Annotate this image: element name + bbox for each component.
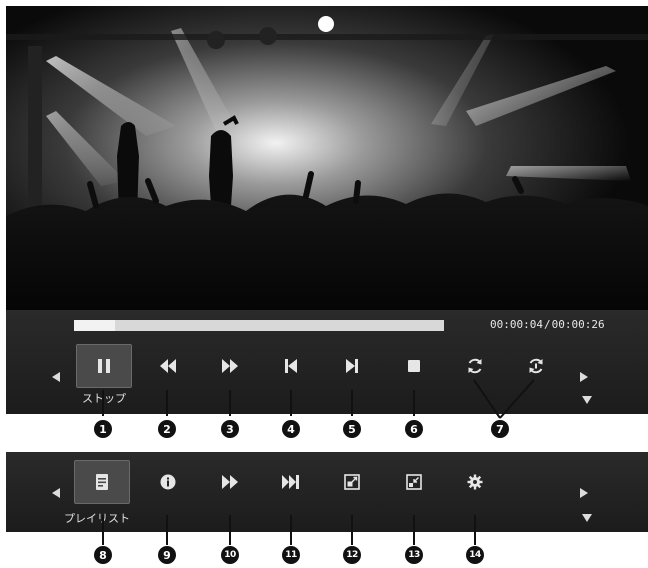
rewind-icon	[160, 359, 176, 373]
progress-fill	[74, 320, 115, 331]
stop-button[interactable]	[386, 344, 442, 388]
callout-badge-5: 5	[343, 420, 361, 438]
progress-bar[interactable]	[74, 320, 444, 331]
callout-line	[290, 515, 292, 545]
time-display: 00:00:04/00:00:26	[490, 318, 605, 331]
scroll-down-icon[interactable]	[582, 396, 592, 404]
scroll-down-icon[interactable]	[582, 514, 592, 522]
fast-forward-icon	[222, 475, 238, 489]
settings-icon	[467, 474, 483, 490]
callout-line	[102, 390, 104, 416]
callout-line	[351, 515, 353, 545]
callout-badge-9: 9	[158, 546, 176, 564]
callout-line	[413, 390, 415, 416]
pause-icon	[98, 359, 110, 373]
callout-line	[166, 515, 168, 545]
fast-forward-button[interactable]	[202, 460, 258, 504]
stop-icon	[408, 360, 420, 372]
scroll-right-icon[interactable]	[580, 488, 588, 498]
callout-badge-1: 1	[94, 420, 112, 438]
callout-badge-7: 7	[491, 420, 509, 438]
skip-next-icon	[346, 359, 358, 373]
fast-forward-button[interactable]	[202, 344, 258, 388]
video-frame[interactable]	[6, 6, 648, 310]
callout-line	[290, 390, 292, 416]
skip-next-button[interactable]	[324, 344, 380, 388]
callout-badge-3: 3	[221, 420, 239, 438]
scroll-right-icon[interactable]	[580, 372, 588, 382]
repeat-icon	[468, 358, 482, 374]
settings-button[interactable]	[447, 460, 503, 504]
playlist-icon	[96, 474, 108, 490]
callout-badge-10: 10	[221, 546, 239, 564]
scroll-left-icon[interactable]	[52, 488, 60, 498]
time-separator: /	[543, 318, 551, 331]
time-current: 00:00:04	[490, 318, 543, 331]
callout-line	[229, 390, 231, 416]
callout-line	[351, 390, 353, 416]
callout-badge-14: 14	[466, 546, 484, 564]
callout-badge-11: 11	[282, 546, 300, 564]
stop-label: ストップ	[82, 392, 126, 405]
info-icon	[160, 474, 176, 490]
callout-line	[102, 515, 104, 545]
fast-forward-icon	[222, 359, 238, 373]
skip-previous-icon	[285, 359, 297, 373]
callout-line	[229, 515, 231, 545]
callout-line	[413, 515, 415, 545]
repeat-one-icon	[529, 358, 543, 374]
callout-line	[474, 515, 476, 545]
callout-badge-4: 4	[282, 420, 300, 438]
callout-badge-2: 2	[158, 420, 176, 438]
callout-badge-12: 12	[343, 546, 361, 564]
zoom-out-icon	[406, 474, 422, 490]
callout-badge-8: 8	[94, 546, 112, 564]
playlist-button[interactable]	[74, 460, 130, 504]
callout-line	[166, 390, 168, 416]
rewind-button[interactable]	[140, 344, 196, 388]
concert-image	[6, 6, 648, 310]
skip-previous-button[interactable]	[263, 344, 319, 388]
zoom-out-button[interactable]	[386, 460, 442, 504]
callout-badge-13: 13	[405, 546, 423, 564]
playlist-label: プレイリスト	[64, 512, 130, 525]
callout-badge-6: 6	[405, 420, 423, 438]
skip-next-icon	[282, 475, 299, 489]
callout-line-7	[473, 379, 535, 419]
zoom-in-icon	[344, 474, 360, 490]
scroll-left-icon[interactable]	[52, 372, 60, 382]
skip-next-button[interactable]	[263, 460, 319, 504]
pause-button[interactable]	[76, 344, 132, 388]
zoom-in-button[interactable]	[324, 460, 380, 504]
time-total: 00:00:26	[551, 318, 605, 331]
info-button[interactable]	[140, 460, 196, 504]
